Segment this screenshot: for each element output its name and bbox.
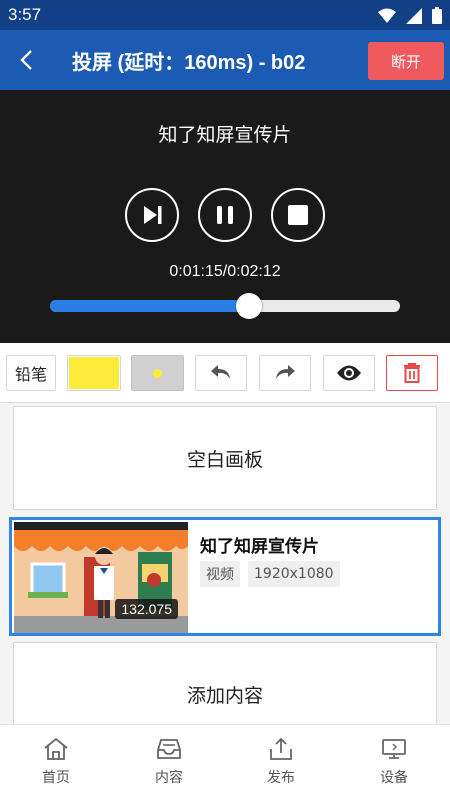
visibility-button[interactable] bbox=[323, 355, 375, 391]
nav-label-home: 首页 bbox=[42, 770, 70, 786]
color-picker-button[interactable] bbox=[67, 355, 121, 391]
battery-icon bbox=[432, 7, 442, 28]
add-content-label: 添加内容 bbox=[186, 684, 263, 707]
back-arrow-icon bbox=[20, 50, 32, 70]
drawing-toolbar: 铅笔 bbox=[0, 343, 450, 403]
status-time: 3:57 bbox=[8, 5, 42, 24]
home-icon bbox=[44, 737, 68, 760]
wifi-icon bbox=[378, 8, 396, 28]
color-swatch bbox=[69, 357, 119, 389]
disconnect-button[interactable]: 断开 bbox=[368, 42, 444, 80]
nav-item-home[interactable]: 首页 bbox=[16, 737, 96, 787]
bottom-nav: 首页 内容 发布 设备 bbox=[0, 724, 450, 800]
video-resolution-tag: 1920x1080 bbox=[248, 561, 340, 587]
stop-icon bbox=[288, 205, 308, 225]
app-bar: 投屏 (延时：160ms) - b02 断开 bbox=[0, 30, 450, 90]
skip-next-button[interactable] bbox=[125, 188, 179, 242]
video-card[interactable]: 132.075 知了知屏宣传片 视频 1920x1080 bbox=[9, 517, 441, 636]
redo-icon bbox=[276, 365, 295, 379]
nav-label-content: 内容 bbox=[155, 770, 183, 786]
undo-button[interactable] bbox=[195, 355, 247, 391]
monitor-icon bbox=[382, 739, 406, 759]
video-title: 知了知屏宣传片 bbox=[200, 537, 319, 557]
status-icons bbox=[378, 7, 442, 28]
inbox-icon bbox=[157, 739, 181, 759]
nav-item-publish[interactable]: 发布 bbox=[241, 737, 321, 787]
clear-button[interactable] bbox=[386, 355, 438, 391]
add-content-card[interactable]: 添加内容 bbox=[13, 642, 437, 724]
redo-button[interactable] bbox=[259, 355, 311, 391]
status-bar: 3:57 bbox=[0, 0, 450, 30]
brush-dot bbox=[153, 368, 162, 378]
brush-size-button[interactable] bbox=[131, 355, 184, 391]
skip-next-icon bbox=[144, 206, 162, 224]
blank-board-card[interactable]: 空白画板 bbox=[13, 406, 437, 510]
video-duration: 132.075 bbox=[115, 599, 178, 619]
stop-button[interactable] bbox=[271, 188, 325, 242]
back-button[interactable] bbox=[12, 44, 40, 76]
pen-label: 铅笔 bbox=[14, 365, 47, 384]
player-title: 知了知屏宣传片 bbox=[158, 124, 292, 146]
pause-icon bbox=[217, 206, 233, 224]
progress-track[interactable] bbox=[50, 300, 400, 312]
blank-board-label: 空白画板 bbox=[186, 448, 263, 471]
progress-thumb[interactable] bbox=[235, 293, 262, 319]
page-title: 投屏 (延时：160ms) - b02 bbox=[72, 52, 306, 74]
nav-item-devices[interactable]: 设备 bbox=[354, 737, 434, 787]
pen-button[interactable]: 铅笔 bbox=[6, 355, 56, 391]
content-list: 空白画板 132.075 知了知屏宣传片 视频 1920x1080 添加内容 bbox=[0, 403, 450, 724]
nav-label-devices: 设备 bbox=[380, 770, 408, 786]
undo-icon bbox=[211, 365, 230, 379]
playback-time: 0:01:15/0:02:12 bbox=[169, 263, 281, 280]
video-type-tag: 视频 bbox=[200, 561, 240, 587]
pause-button[interactable] bbox=[198, 188, 252, 242]
share-icon bbox=[270, 737, 292, 760]
progress-fill bbox=[50, 300, 249, 312]
signal-icon bbox=[406, 7, 422, 28]
video-thumbnail: 132.075 bbox=[14, 522, 188, 633]
cast-player: 知了知屏宣传片 0:01:15/0:02:12 bbox=[0, 90, 450, 343]
nav-item-content[interactable]: 内容 bbox=[129, 737, 209, 787]
nav-label-publish: 发布 bbox=[267, 770, 295, 786]
trash-icon bbox=[404, 363, 420, 383]
eye-icon bbox=[337, 365, 361, 381]
